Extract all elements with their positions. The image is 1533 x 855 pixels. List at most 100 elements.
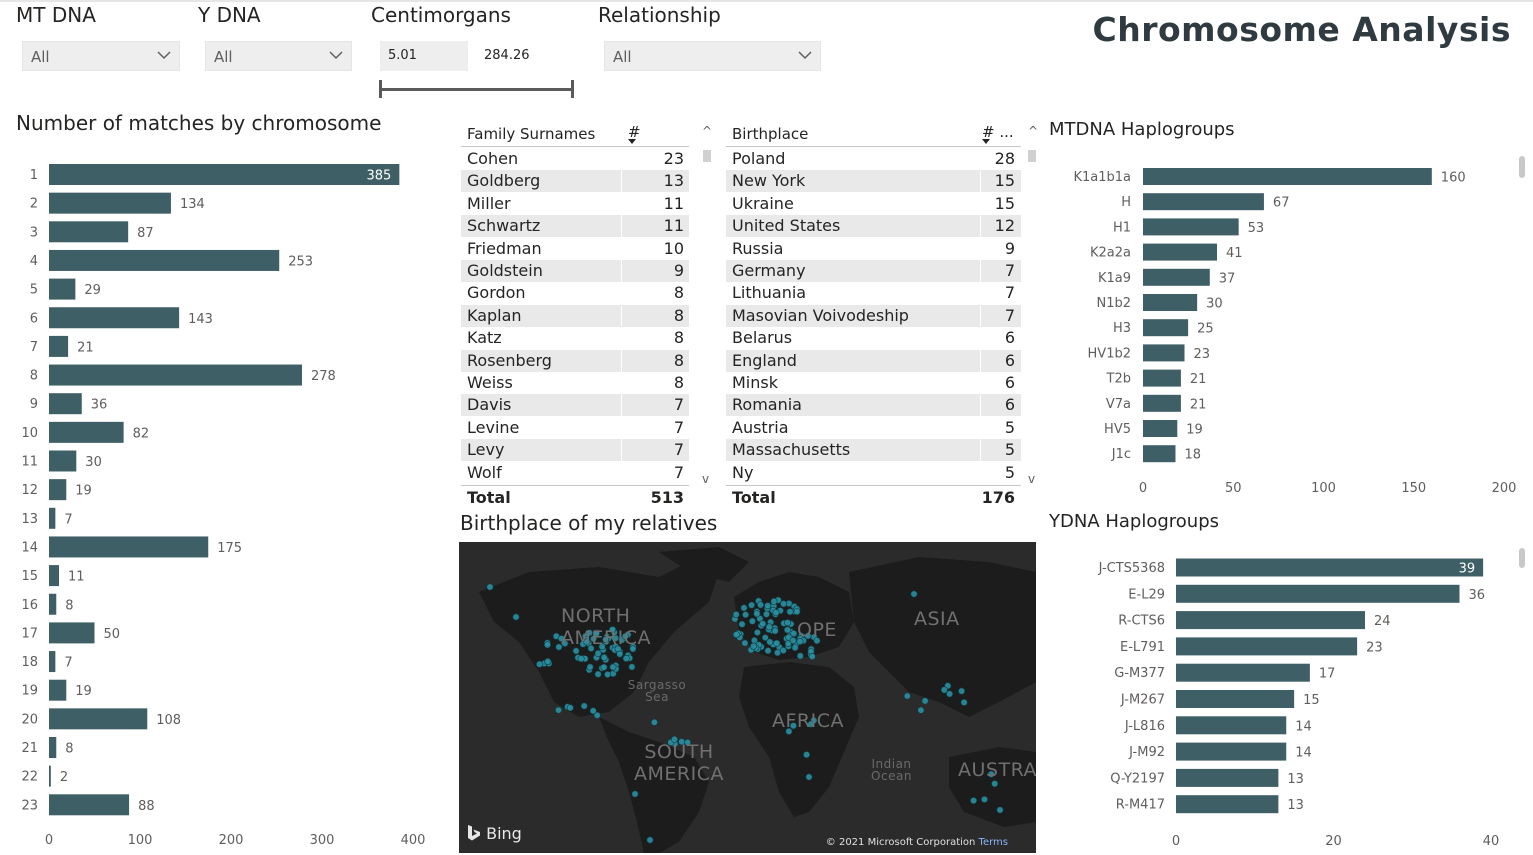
birthplace-marker[interactable] bbox=[580, 702, 588, 710]
birthplace-marker[interactable] bbox=[622, 655, 630, 663]
relationship-dropdown[interactable]: All bbox=[604, 41, 821, 71]
birthplace-marker[interactable] bbox=[780, 600, 788, 608]
birthplace-marker[interactable] bbox=[766, 638, 774, 646]
table-row[interactable]: Rosenberg 8 bbox=[461, 349, 689, 372]
bar-ydna-G-M377[interactable] bbox=[1176, 663, 1310, 682]
table-row[interactable]: Austria 5 bbox=[726, 417, 1021, 439]
birthplace-marker[interactable] bbox=[764, 647, 772, 655]
birthplace-marker[interactable] bbox=[784, 619, 792, 627]
birthplace-marker[interactable] bbox=[779, 647, 787, 655]
table-row[interactable]: Friedman 10 bbox=[461, 238, 689, 260]
birthplace-marker[interactable] bbox=[609, 663, 617, 671]
birthplace-marker[interactable] bbox=[903, 692, 911, 700]
table-row[interactable]: Masovian Voivodeship 7 bbox=[726, 304, 1021, 327]
birthplace-marker[interactable] bbox=[996, 806, 1004, 814]
table-row[interactable]: Goldstein 9 bbox=[461, 260, 689, 282]
scroll-down-icon[interactable]: v bbox=[1028, 472, 1035, 486]
bar-chromosome-1[interactable] bbox=[49, 164, 400, 185]
birthplace-marker[interactable] bbox=[793, 608, 801, 616]
bar-chromosome-19[interactable] bbox=[49, 679, 67, 701]
birthplace-marker[interactable] bbox=[604, 671, 612, 679]
birthplace-marker[interactable] bbox=[732, 631, 740, 639]
birthplace-marker[interactable] bbox=[631, 790, 639, 798]
birthplace-marker[interactable] bbox=[980, 795, 988, 803]
bar-chromosome-10[interactable] bbox=[49, 421, 124, 443]
birthplace-marker[interactable] bbox=[789, 637, 797, 645]
table-row[interactable]: England 6 bbox=[726, 349, 1021, 372]
table-row[interactable]: Wolf 7 bbox=[461, 462, 689, 484]
birthplace-marker[interactable] bbox=[650, 718, 658, 726]
birthplace-marker[interactable] bbox=[594, 670, 602, 678]
birthplace-marker[interactable] bbox=[732, 611, 740, 619]
bar-chromosome-2[interactable] bbox=[49, 192, 171, 214]
birthplace-marker[interactable] bbox=[750, 636, 758, 644]
birthplace-marker[interactable] bbox=[940, 686, 948, 694]
birthplace-marker[interactable] bbox=[748, 617, 756, 625]
bar-chromosome-4[interactable] bbox=[49, 249, 280, 271]
birthplace-marker[interactable] bbox=[536, 660, 544, 668]
bar-ydna-J-L816[interactable] bbox=[1176, 716, 1287, 735]
table-row[interactable]: Belarus 6 bbox=[726, 327, 1021, 349]
bar-chromosome-5[interactable] bbox=[49, 278, 76, 300]
bar-ydna-J-M267[interactable] bbox=[1176, 690, 1295, 708]
birthplace-marker[interactable] bbox=[786, 608, 794, 616]
birthplace-marker[interactable] bbox=[958, 687, 966, 695]
birthplace-marker[interactable] bbox=[589, 707, 597, 715]
birthplace-marker[interactable] bbox=[749, 642, 757, 650]
birthplace-marker[interactable] bbox=[586, 663, 594, 671]
table-row[interactable]: Ukraine 15 bbox=[726, 193, 1021, 215]
birthplace-marker[interactable] bbox=[771, 627, 779, 635]
birthplace-marker[interactable] bbox=[742, 611, 750, 619]
mtdna-chart-scrollbar[interactable] bbox=[1519, 156, 1525, 178]
table-scrollbar-thumb[interactable] bbox=[1028, 150, 1036, 162]
birthplace-marker[interactable] bbox=[960, 698, 968, 706]
bar-mtdna-H[interactable] bbox=[1143, 193, 1264, 211]
birthplace-marker[interactable] bbox=[783, 626, 791, 634]
bar-chromosome-17[interactable] bbox=[49, 622, 95, 644]
birthplace-marker[interactable] bbox=[970, 797, 978, 805]
birthplace-marker[interactable] bbox=[741, 639, 749, 647]
birthplace-marker[interactable] bbox=[544, 658, 552, 666]
table-row[interactable]: New York 15 bbox=[726, 170, 1021, 193]
bar-chromosome-20[interactable] bbox=[49, 708, 148, 730]
bar-ydna-R-CTS6[interactable] bbox=[1176, 611, 1365, 630]
table-row[interactable]: Ny 5 bbox=[726, 462, 1021, 484]
birthplace-marker[interactable] bbox=[555, 706, 563, 714]
birthplace-marker[interactable] bbox=[740, 604, 748, 612]
birthplace-marker[interactable] bbox=[791, 644, 799, 652]
bar-mtdna-K1a1b1a[interactable] bbox=[1143, 168, 1432, 185]
bar-chromosome-6[interactable] bbox=[49, 307, 180, 329]
birthplace-marker[interactable] bbox=[486, 583, 494, 591]
birthplace-marker[interactable] bbox=[628, 663, 636, 671]
table-row[interactable]: Gordon 8 bbox=[461, 282, 689, 304]
table-row[interactable]: Lithuania 7 bbox=[726, 282, 1021, 304]
birthplace-marker[interactable] bbox=[646, 836, 654, 844]
family-surnames-table[interactable]: Family Surnames # Cohen 23 Goldberg 13 Mille… bbox=[461, 117, 689, 507]
table-row[interactable]: Cohen 23 bbox=[461, 148, 689, 170]
birthplace-marker[interactable] bbox=[600, 653, 608, 661]
birthplace-marker[interactable] bbox=[946, 690, 954, 698]
birthplace-marker[interactable] bbox=[765, 623, 773, 631]
birthplace-marker[interactable] bbox=[773, 649, 781, 657]
bar-chromosome-23[interactable] bbox=[49, 794, 130, 816]
bar-chromosome-3[interactable] bbox=[49, 221, 129, 243]
column-header-birthplace[interactable]: Birthplace bbox=[732, 125, 808, 143]
birthplace-marker[interactable] bbox=[772, 609, 780, 617]
table-row[interactable]: Germany 7 bbox=[726, 260, 1021, 282]
birthplace-marker[interactable] bbox=[770, 597, 778, 605]
bar-chromosome-9[interactable] bbox=[49, 393, 82, 415]
birthplace-marker[interactable] bbox=[748, 601, 756, 609]
bar-chromosome-15[interactable] bbox=[49, 565, 60, 587]
birthplace-marker[interactable] bbox=[753, 629, 761, 637]
centimorgans-min-input[interactable]: 5.01 bbox=[380, 41, 468, 71]
birthplace-marker[interactable] bbox=[991, 780, 999, 788]
birthplace-marker[interactable] bbox=[805, 773, 813, 781]
bar-ydna-J-CTS5368[interactable] bbox=[1176, 558, 1484, 577]
centimorgans-slider-max-handle[interactable] bbox=[571, 80, 574, 98]
bar-chromosome-18[interactable] bbox=[49, 651, 56, 673]
birthplace-marker[interactable] bbox=[764, 602, 772, 610]
ydna-bar-chart[interactable]: J-CTS5368 39 E-L29 36 R-CTS6 24 E-L791 23 G-M377… bbox=[1040, 545, 1533, 855]
birthplace-marker[interactable] bbox=[738, 620, 746, 628]
birthplace-marker[interactable] bbox=[757, 601, 765, 609]
table-row[interactable]: Davis 7 bbox=[461, 394, 689, 417]
